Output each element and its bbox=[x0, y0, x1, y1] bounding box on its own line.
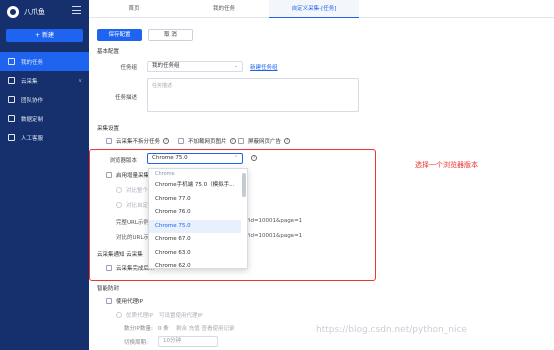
task-group-select[interactable]: 我的任务组 ⌄ bbox=[147, 61, 243, 72]
no-split-checkbox[interactable]: 云采集不拆分任务 ? bbox=[106, 137, 170, 145]
help-icon[interactable]: ? bbox=[229, 138, 236, 144]
radio-icon bbox=[116, 312, 122, 318]
proxy-count-value: 0 条 bbox=[158, 326, 169, 332]
sidebar-nav: 我的任务 云采集 ∨ 团队协作 数据定制 人工客服 bbox=[0, 52, 89, 147]
radio-label: 优质代理IP bbox=[126, 313, 153, 319]
new-task-group-link[interactable]: 新建任务组 bbox=[250, 63, 278, 71]
dropdown-option[interactable]: Chrome 77.0 bbox=[149, 193, 241, 207]
switch-interval-label: 切换周期: bbox=[124, 340, 148, 346]
use-proxy-checkbox[interactable]: 使用代理IP bbox=[106, 297, 143, 305]
proxy-count-extra: 剩余 充值 查看使用记录 bbox=[176, 326, 235, 332]
octopus-logo-icon bbox=[7, 6, 19, 18]
dropdown-option-selected[interactable]: Chrome 75.0 bbox=[149, 219, 241, 233]
cloud-icon bbox=[8, 77, 15, 84]
team-icon bbox=[8, 96, 15, 103]
tab-home[interactable]: 首页 bbox=[89, 0, 179, 18]
checkbox-icon bbox=[106, 138, 112, 144]
help-icon[interactable]: ? bbox=[284, 138, 291, 144]
data-icon bbox=[8, 115, 15, 122]
tab-custom-collect[interactable]: 自定义采集-[任务] bbox=[269, 0, 359, 18]
browser-version-dropdown: Chrome Chrome手机端 75.0（模拟手... Chrome 77.0… bbox=[148, 168, 248, 269]
dropdown-option[interactable]: Chrome 62.0 bbox=[149, 260, 241, 268]
switch-interval-value: 10分钟 bbox=[163, 338, 181, 344]
sidebar: 八爪鱼 + 新建 我的任务 云采集 ∨ 团队协作 数据定制 人工客服 bbox=[0, 0, 89, 350]
checkbox-icon bbox=[106, 298, 112, 304]
save-config-button[interactable]: 保存配置 bbox=[97, 29, 142, 41]
task-group-value: 我的任务组 bbox=[152, 63, 180, 69]
basic-config-heading: 基本配置 bbox=[97, 49, 120, 55]
new-task-button[interactable]: + 新建 bbox=[6, 29, 83, 42]
dropdown-option[interactable]: Chrome手机端 75.0（模拟手... bbox=[149, 179, 241, 193]
app-logo: 八爪鱼 bbox=[7, 5, 45, 19]
checkbox-label: 使用代理IP bbox=[116, 299, 143, 305]
sidebar-item-label: 数据定制 bbox=[21, 116, 44, 123]
dropdown-option[interactable]: Chrome 63.0 bbox=[149, 247, 241, 261]
dropdown-option[interactable]: Chrome 76.0 bbox=[149, 206, 241, 220]
dropdown-group-label: Chrome bbox=[155, 171, 175, 177]
block-ads-checkbox[interactable]: 屏蔽网页广告 ? bbox=[238, 137, 291, 145]
premium-proxy-radio[interactable]: 优质代理IP 可设置使用代理IP bbox=[116, 311, 202, 319]
chevron-down-icon: ∨ bbox=[78, 77, 82, 84]
proxy-note: 可设置使用代理IP bbox=[158, 313, 203, 319]
sidebar-item-data[interactable]: 数据定制 bbox=[0, 109, 89, 128]
no-images-checkbox[interactable]: 不加载网页图片 ? bbox=[178, 137, 236, 145]
sidebar-item-my-tasks[interactable]: 我的任务 bbox=[0, 52, 89, 71]
sidebar-item-label: 团队协作 bbox=[21, 97, 44, 104]
menu-toggle-icon[interactable] bbox=[72, 6, 81, 14]
checkbox-label: 云采集不拆分任务 bbox=[116, 139, 161, 145]
sidebar-item-label: 云采集 bbox=[21, 78, 38, 85]
sidebar-item-cloud[interactable]: 云采集 ∨ bbox=[0, 71, 89, 90]
proxy-count-label: 数分IP数量: bbox=[124, 326, 153, 332]
task-description-input[interactable]: 任务描述 bbox=[147, 78, 359, 112]
sidebar-item-support[interactable]: 人工客服 bbox=[0, 128, 89, 147]
tab-label: 自定义采集-[任务] bbox=[291, 6, 337, 12]
collect-settings-heading: 采集设置 bbox=[97, 126, 120, 132]
task-group-label: 任务组 bbox=[120, 65, 137, 71]
help-icon[interactable]: ? bbox=[163, 138, 170, 144]
chevron-down-icon: ⌄ bbox=[233, 63, 238, 69]
app-name: 八爪鱼 bbox=[24, 8, 45, 16]
checkbox-icon bbox=[178, 138, 184, 144]
watermark: https://blog.csdn.net/python_nice bbox=[316, 325, 467, 335]
sidebar-item-label: 人工客服 bbox=[21, 135, 44, 142]
task-icon bbox=[8, 58, 15, 65]
annotation-text: 选择一个浏览器版本 bbox=[415, 161, 478, 169]
sidebar-item-label: 我的任务 bbox=[21, 59, 44, 66]
dropdown-option[interactable]: Chrome 67.0 bbox=[149, 233, 241, 247]
cancel-button[interactable]: 取 消 bbox=[148, 29, 193, 41]
checkbox-label: 屏蔽网页广告 bbox=[248, 139, 282, 145]
dropdown-scrollbar[interactable] bbox=[242, 173, 246, 197]
anti-block-heading: 智能防封 bbox=[97, 286, 120, 292]
switch-interval-select[interactable]: 10分钟 bbox=[158, 336, 218, 347]
tab-bar: 首页 我的任务 自定义采集-[任务] bbox=[89, 0, 554, 18]
sidebar-item-team[interactable]: 团队协作 bbox=[0, 90, 89, 109]
tab-my-tasks[interactable]: 我的任务 bbox=[179, 0, 269, 18]
task-description-label: 任务描述 bbox=[114, 95, 137, 101]
support-icon bbox=[8, 134, 15, 141]
checkbox-label: 不加载网页图片 bbox=[188, 139, 227, 145]
checkbox-icon bbox=[238, 138, 244, 144]
